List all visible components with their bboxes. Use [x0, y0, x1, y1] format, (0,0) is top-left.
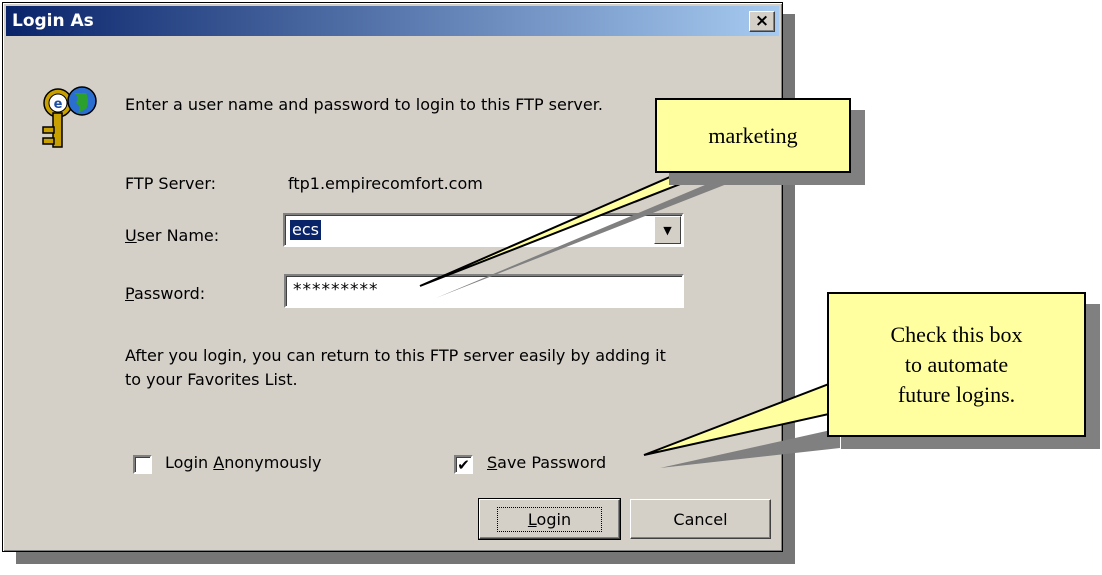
save-callout-line-2: to automate: [904, 351, 1009, 377]
save-callout-line-1: Check this box: [890, 321, 1023, 347]
marketing-callout: marketing: [655, 98, 851, 173]
marketing-callout-pointer-shadow: [436, 182, 732, 298]
save-callout-line-3: future logins.: [897, 381, 1016, 407]
marketing-callout-pointer: [419, 169, 717, 287]
callout-pointers: [419, 169, 840, 468]
save-callout-pointer-shadow: [660, 428, 840, 468]
save-password-callout: Check this box to automate future logins…: [827, 292, 1086, 437]
